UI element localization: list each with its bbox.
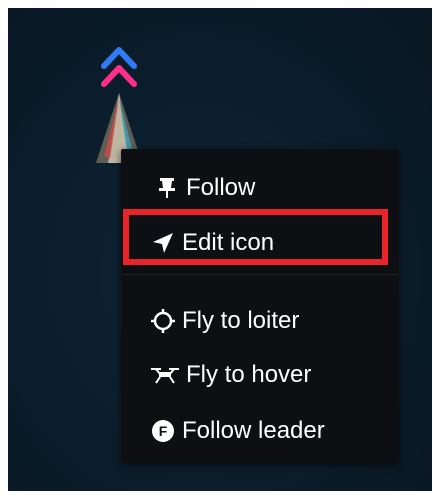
map-viewport[interactable]: Follow Edit icon Fly to loiter Fly to ho… (8, 8, 432, 491)
menu-item-label: Fly to hover (186, 361, 312, 388)
menu-item-follow-leader[interactable]: F Follow leader (121, 408, 428, 454)
heading-chevron-pink (101, 65, 137, 87)
loiter-target-icon (150, 308, 176, 334)
menu-item-label: Fly to loiter (182, 307, 300, 334)
navigation-arrow-icon (150, 230, 176, 256)
pin-icon (154, 175, 180, 201)
menu-item-fly-to-hover[interactable]: Fly to hover (121, 352, 428, 398)
context-menu: Follow Edit icon Fly to loiter Fly to ho… (121, 149, 399, 463)
menu-item-label: Follow leader (182, 417, 325, 444)
drone-icon (150, 362, 180, 388)
menu-item-label: Follow (186, 174, 256, 201)
menu-item-edit-icon[interactable]: Edit icon (121, 220, 428, 266)
follow-leader-f-icon: F (150, 418, 176, 444)
svg-text:F: F (159, 423, 168, 439)
menu-item-follow[interactable]: Follow (121, 165, 432, 211)
menu-item-label: Edit icon (182, 229, 275, 256)
heading-chevron-blue (101, 47, 137, 69)
menu-divider (121, 274, 399, 275)
menu-item-fly-to-loiter[interactable]: Fly to loiter (121, 298, 428, 344)
